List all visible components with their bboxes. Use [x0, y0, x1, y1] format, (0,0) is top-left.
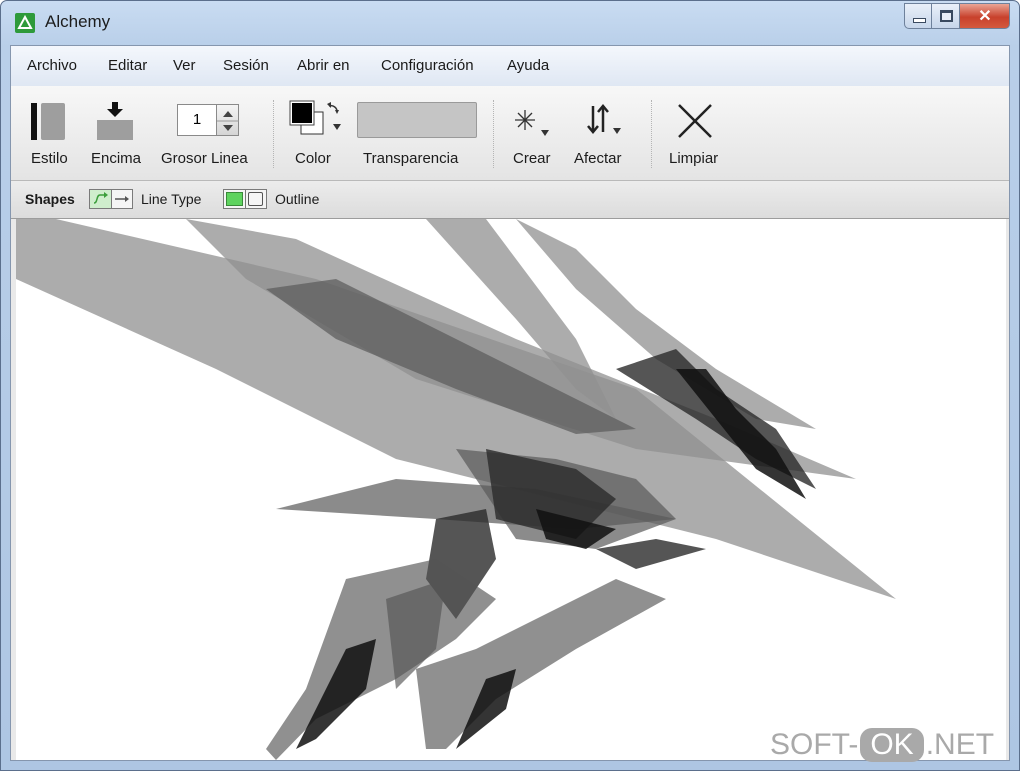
- transparencia-control: Transparencia: [355, 86, 481, 180]
- drawing-canvas[interactable]: [16, 219, 1006, 760]
- close-button[interactable]: ✕: [960, 3, 1010, 29]
- alchemy-logo-icon: [15, 13, 35, 33]
- watermark-left: SOFT-: [770, 728, 859, 761]
- app-window: Alchemy ✕ Archivo Editar Ver Sesión Abri…: [0, 0, 1020, 771]
- toolbar-separator: [273, 100, 274, 168]
- line-width-input[interactable]: 1: [177, 104, 217, 136]
- outline-label: Outline: [275, 191, 320, 207]
- shapes-options-bar: Shapes Line Type Outline: [11, 181, 1009, 219]
- menu-configuracion[interactable]: Configuración: [381, 57, 474, 74]
- window-controls: ✕: [904, 3, 1010, 31]
- grosor-linea-control: 1 Grosor Linea: [159, 86, 267, 180]
- limpiar-button[interactable]: Limpiar: [663, 86, 729, 180]
- crear-button[interactable]: Crear: [505, 86, 559, 180]
- stepper-arrows-icon: [217, 111, 239, 131]
- color-label: Color: [295, 150, 331, 167]
- grosor-label: Grosor Linea: [161, 150, 248, 167]
- estilo-button[interactable]: Estilo: [21, 86, 81, 180]
- menu-editar[interactable]: Editar: [108, 57, 147, 74]
- sparkle-create-icon: [515, 110, 549, 136]
- afectar-label: Afectar: [574, 150, 622, 167]
- outline-shape-icon[interactable]: [246, 190, 266, 208]
- freehand-line-icon[interactable]: [90, 190, 112, 208]
- encima-button[interactable]: Encima: [89, 86, 153, 180]
- menu-archivo[interactable]: Archivo: [27, 57, 77, 74]
- watermark-right: .NET: [925, 728, 995, 761]
- line-width-stepper[interactable]: [217, 104, 239, 136]
- toolbar-separator: [493, 100, 494, 168]
- color-button[interactable]: Color: [283, 86, 347, 180]
- transparencia-label: Transparencia: [363, 150, 459, 167]
- title-bar[interactable]: Alchemy ✕: [1, 1, 1019, 45]
- watermark-pill: OK: [860, 728, 924, 762]
- crear-label: Crear: [513, 150, 551, 167]
- download-layer-icon: [97, 102, 133, 140]
- filled-shape-icon[interactable]: [224, 190, 246, 208]
- affect-arrows-icon: [587, 104, 621, 134]
- toolbar: Estilo Encima 1 Grosor Linea Color Trans…: [11, 86, 1009, 181]
- encima-label: Encima: [91, 150, 142, 167]
- menu-ayuda[interactable]: Ayuda: [507, 57, 549, 74]
- style-icon: [31, 103, 65, 140]
- menu-bar: Archivo Editar Ver Sesión Abrir en Confi…: [11, 46, 1009, 87]
- color-swatch-icon: [289, 100, 341, 135]
- line-type-label: Line Type: [141, 191, 202, 207]
- minimize-button[interactable]: [904, 3, 932, 29]
- client-area: Archivo Editar Ver Sesión Abrir en Confi…: [10, 45, 1010, 761]
- estilo-label: Estilo: [31, 150, 68, 167]
- toolbar-separator: [651, 100, 652, 168]
- menu-ver[interactable]: Ver: [173, 57, 196, 74]
- window-title: Alchemy: [45, 12, 111, 31]
- straight-line-icon[interactable]: [112, 190, 132, 208]
- line-type-toggle[interactable]: [89, 189, 133, 209]
- afectar-button[interactable]: Afectar: [571, 86, 641, 180]
- transparency-slider[interactable]: [357, 102, 477, 138]
- watermark: SOFT- OK .NET: [770, 728, 994, 766]
- maximize-button[interactable]: [932, 3, 960, 29]
- abstract-artwork: [16, 219, 896, 760]
- close-icon: ✕: [978, 8, 992, 25]
- menu-abrir-en[interactable]: Abrir en: [297, 57, 350, 74]
- limpiar-label: Limpiar: [669, 150, 719, 167]
- clear-x-icon: [678, 104, 712, 138]
- menu-sesion[interactable]: Sesión: [223, 57, 269, 74]
- outline-toggle[interactable]: [223, 189, 267, 209]
- shapes-label: Shapes: [25, 191, 75, 207]
